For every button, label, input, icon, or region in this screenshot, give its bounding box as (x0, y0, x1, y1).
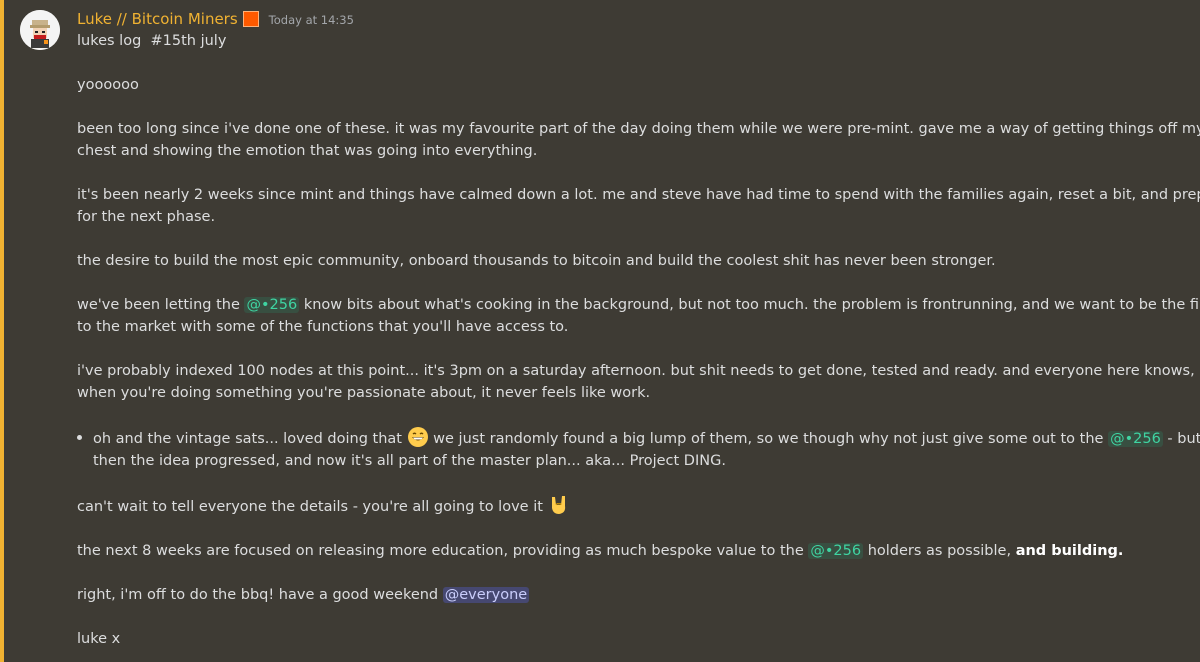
paragraph-5-line-1: i've probably indexed 100 nodes at this … (77, 363, 1195, 379)
paragraph-4: we've been letting the @•256 know bits a… (77, 294, 1200, 338)
bullet-list: oh and the vintage sats... loved doing t… (77, 426, 1200, 472)
paragraph-4-line-2: to the market with some of the functions… (77, 319, 569, 335)
signoff: luke x (77, 631, 121, 647)
paragraph-8-text: right, i'm off to do the bbq! have a goo… (77, 587, 443, 603)
paragraph-1: been too long since i've done one of the… (77, 118, 1200, 162)
paragraph-7-text-a: the next 8 weeks are focused on releasin… (77, 543, 809, 559)
bullet-text-c: - but (1162, 431, 1200, 447)
paragraph-7-bold: and building. (1015, 543, 1124, 559)
message-header: Luke // Bitcoin Miners Today at 14:35 (77, 8, 1177, 30)
avatar[interactable] (20, 10, 60, 50)
paragraph-7-text-b: holders as possible, (863, 543, 1016, 559)
paragraph-4-text-a: we've been letting the (77, 297, 245, 313)
sign-of-horns-icon[interactable] (548, 494, 570, 516)
grinning-face-icon[interactable] (407, 426, 429, 448)
paragraph-6-text: can't wait to tell everyone the details … (77, 499, 548, 515)
message-timestamp[interactable]: Today at 14:35 (269, 13, 354, 27)
paragraph-4-text-b: know bits about what's cooking in the ba… (299, 297, 1200, 313)
greeting-text: yoooooo (77, 77, 139, 93)
paragraph-5: i've probably indexed 100 nodes at this … (77, 360, 1195, 404)
role-mention[interactable]: @•256 (808, 543, 864, 559)
paragraph-1-line-2: chest and showing the emotion that was g… (77, 143, 538, 159)
paragraph-8: right, i'm off to do the bbq! have a goo… (77, 584, 1177, 606)
bullet-text-b: we just randomly found a big lump of the… (428, 431, 1109, 447)
bullet-text-a: oh and the vintage sats... loved doing t… (93, 431, 407, 447)
role-mention[interactable]: @•256 (1108, 431, 1163, 447)
bitcoin-miner-avatar-icon (20, 10, 60, 50)
paragraph-2-line-2: for the next phase. (77, 209, 216, 225)
message-content: Luke // Bitcoin Miners Today at 14:35 lu… (77, 8, 1200, 650)
paragraph-5-line-2: when you're doing something you're passi… (77, 385, 651, 401)
paragraph-6: can't wait to tell everyone the details … (77, 494, 1177, 518)
paragraph-4-line-1: we've been letting the @•256 know bits a… (77, 294, 1200, 316)
bullet-dot-icon (77, 435, 82, 440)
chat-message: Luke // Bitcoin Miners Today at 14:35 lu… (0, 0, 1200, 662)
bullet-line-2: then the idea progressed, and now it's a… (93, 453, 726, 469)
paragraph-1-line-1: been too long since i've done one of the… (77, 121, 1200, 137)
mention-highlight-bar (0, 0, 4, 662)
role-mention[interactable]: @•256 (244, 297, 300, 313)
paragraph-7: the next 8 weeks are focused on releasin… (77, 540, 1177, 562)
paragraph-3: the desire to build the most epic commun… (77, 253, 996, 269)
bullet-line-1: oh and the vintage sats... loved doing t… (93, 426, 1200, 450)
paragraph-2-line-1: it's been nearly 2 weeks since mint and … (77, 187, 1200, 203)
role-badge-icon (242, 11, 259, 27)
everyone-mention[interactable]: @everyone (442, 587, 530, 603)
log-title: lukes log #15th july (77, 33, 227, 49)
author-name[interactable]: Luke // Bitcoin Miners (77, 10, 238, 28)
paragraph-2: it's been nearly 2 weeks since mint and … (77, 184, 1200, 228)
